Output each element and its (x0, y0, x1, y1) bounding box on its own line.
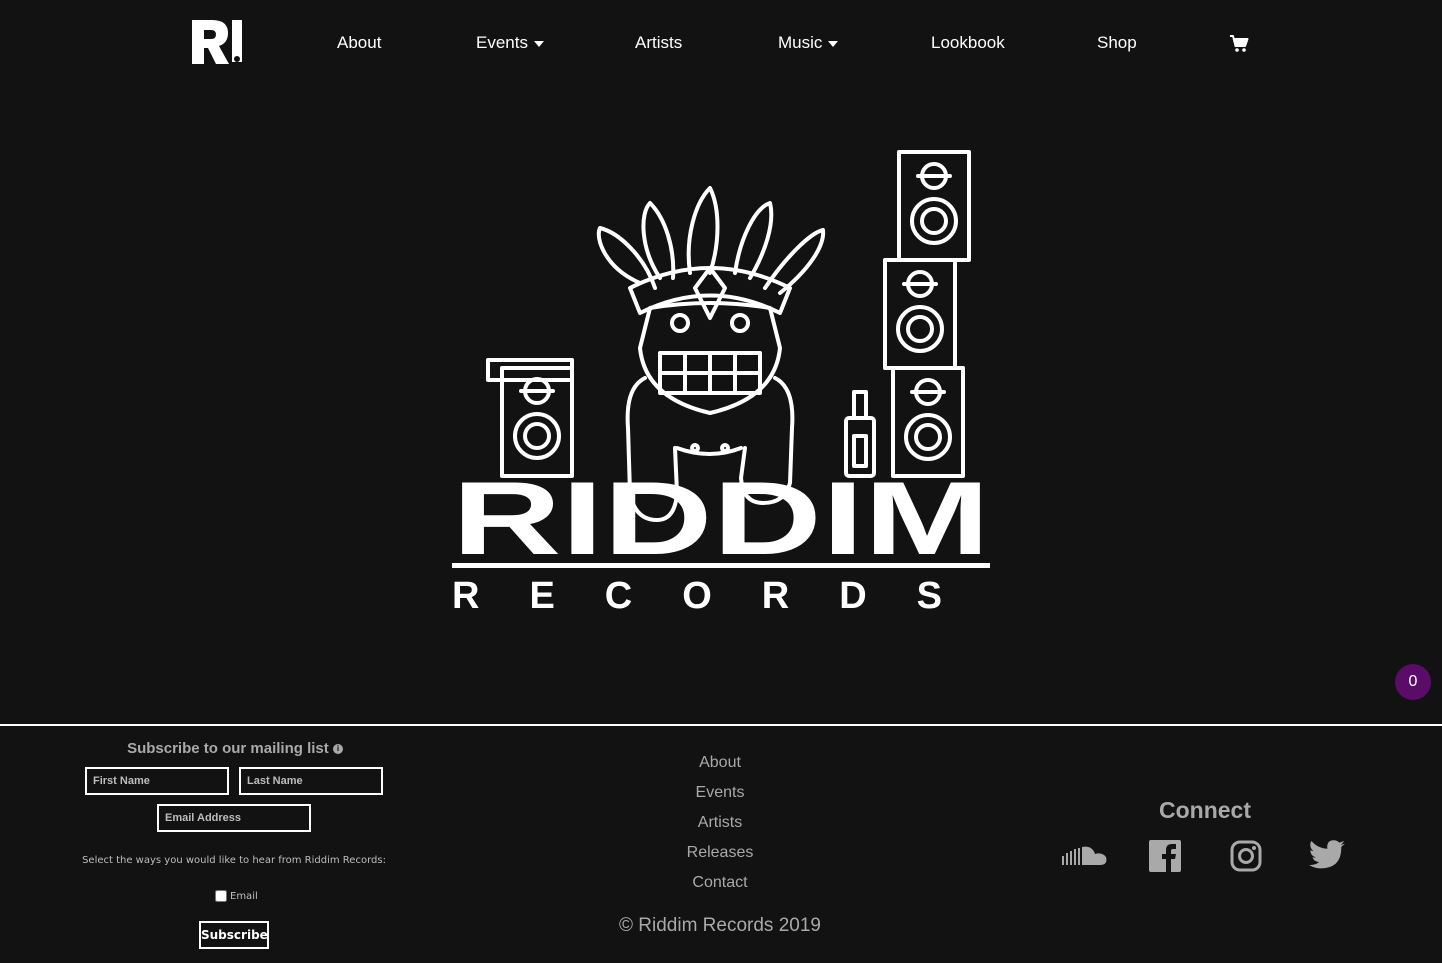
soundcloud-icon[interactable] (1062, 845, 1108, 867)
footer-link-item: Artists (620, 812, 820, 842)
footer-link-events[interactable]: Events (696, 784, 745, 801)
info-icon[interactable]: i (332, 744, 343, 755)
copyright: © Riddim Records 2019 (619, 915, 821, 936)
subscribe-button[interactable]: Subscribe (199, 921, 269, 949)
nav-shop[interactable]: Shop (1097, 33, 1137, 53)
nav-lookbook[interactable]: Lookbook (931, 33, 1005, 53)
nav-about-label: About (337, 33, 382, 52)
nav-music-label: Music (778, 33, 823, 52)
chevron-down-icon (533, 41, 544, 47)
first-name-field[interactable] (85, 767, 229, 795)
chevron-down-icon (828, 41, 839, 47)
mailing-hint: Select the ways you would like to hear f… (82, 855, 386, 866)
instagram-icon[interactable] (1230, 840, 1262, 872)
footer-link-releases[interactable]: Releases (687, 844, 754, 861)
shopping-cart-icon[interactable] (1229, 35, 1249, 53)
connect-title: Connect (1159, 797, 1251, 823)
nav-lookbook-label: Lookbook (931, 33, 1005, 52)
email-option[interactable]: Email (215, 890, 258, 902)
nav-about[interactable]: About (337, 33, 381, 53)
footer-link-artists[interactable]: Artists (698, 814, 742, 831)
top-navigation: About Events Artists Music Lookbook Shop (0, 0, 1442, 88)
footer-link-item: Releases (620, 842, 820, 872)
nav-artists-label: Artists (635, 33, 683, 52)
twitter-icon[interactable] (1309, 840, 1345, 870)
footer-divider (0, 724, 1442, 726)
footer-link-about[interactable]: About (699, 754, 741, 771)
hero-logo-word: RIDDIM (452, 461, 990, 577)
email-field[interactable] (157, 804, 311, 832)
nav-events-label: Events (476, 33, 528, 52)
cart-count-badge[interactable]: 0 (1395, 664, 1431, 700)
hero-logo-subword: RECORDS (452, 575, 990, 617)
footer-link-item: Events (620, 782, 820, 812)
email-checkbox[interactable] (215, 890, 227, 902)
footer-link-contact[interactable]: Contact (692, 874, 747, 891)
riddim-logo-small[interactable] (190, 18, 246, 66)
nav-music[interactable]: Music (778, 33, 839, 53)
nav-shop-label: Shop (1097, 33, 1137, 52)
nav-events[interactable]: Events (476, 33, 544, 53)
facebook-icon[interactable] (1149, 840, 1181, 872)
footer-link-item: Contact (620, 872, 820, 902)
footer-link-item: About (620, 752, 820, 782)
last-name-field[interactable] (239, 767, 383, 795)
mailing-list-title: Subscribe to our mailing list i (90, 740, 380, 757)
nav-artists[interactable]: Artists (635, 33, 682, 53)
footer-links: About Events Artists Releases Contact (620, 752, 820, 902)
riddim-records-hero-logo: RIDDIM RECORDS (452, 150, 990, 617)
cart-count: 0 (1408, 673, 1418, 690)
email-option-label: Email (230, 890, 258, 902)
mailing-list-title-text: Subscribe to our mailing list (127, 740, 329, 757)
